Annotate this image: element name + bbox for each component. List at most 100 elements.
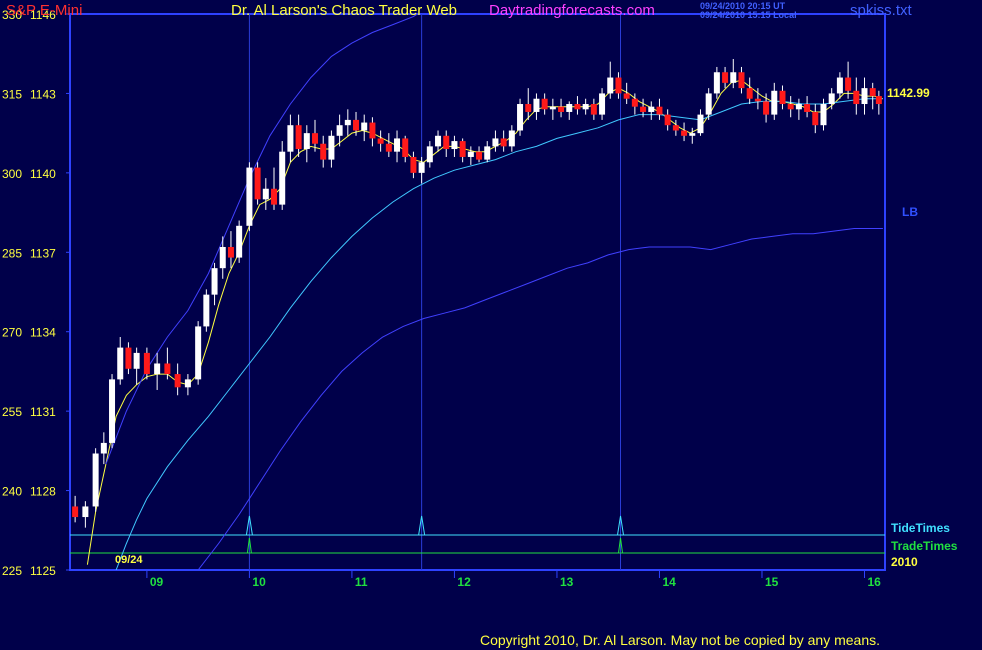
candle <box>443 130 450 157</box>
y-tick-label: 285 <box>2 246 22 260</box>
candle-body <box>353 119 360 131</box>
candle <box>795 98 802 120</box>
candle-body <box>195 326 202 380</box>
timestamp-local: 09/24/2010 15:15 Local <box>700 10 797 20</box>
candle-body <box>154 363 161 375</box>
candle-body <box>812 111 819 126</box>
candle-body <box>443 135 450 150</box>
candle <box>246 162 253 232</box>
candle-body <box>738 72 745 89</box>
candle <box>517 98 524 136</box>
candle-body <box>853 90 860 105</box>
candle <box>361 114 368 142</box>
candle <box>195 321 202 385</box>
candle-body <box>804 104 811 112</box>
candle <box>787 96 794 118</box>
candle-body <box>303 133 310 150</box>
candle-body <box>599 93 606 115</box>
candle-body <box>623 93 630 99</box>
candle <box>623 82 630 105</box>
candle <box>402 135 409 163</box>
candle-body <box>763 101 770 115</box>
candle <box>435 130 442 152</box>
y-tick-label: 225 <box>2 564 22 578</box>
candle-body <box>566 104 573 112</box>
candle <box>599 88 606 120</box>
mid_ma-line <box>115 98 883 570</box>
candle-body <box>236 225 243 258</box>
candle <box>492 130 499 152</box>
candle-body <box>100 442 107 454</box>
candle-body <box>246 167 253 226</box>
candle-body <box>476 151 483 160</box>
candle <box>227 231 234 269</box>
candle-body <box>92 453 99 507</box>
y-tick: 255 1131 <box>2 405 70 419</box>
candle-body <box>402 138 409 157</box>
x-tick-label: 12 <box>457 575 471 589</box>
candle-body <box>820 104 827 126</box>
candle-body <box>541 98 548 110</box>
candle <box>236 220 243 263</box>
x-tick-label: 11 <box>355 575 368 589</box>
candle <box>779 85 786 110</box>
candle-body <box>705 93 712 115</box>
candle <box>295 114 302 157</box>
y-tick: 300 1140 <box>2 167 70 181</box>
candle <box>558 98 565 118</box>
candle-body <box>631 98 638 107</box>
candle <box>484 141 491 163</box>
x-tick: 12 <box>453 570 471 589</box>
candle-body <box>467 151 474 157</box>
start-date-label: 09/24 <box>115 554 143 566</box>
candle-body <box>117 347 124 380</box>
x-tick-label: 15 <box>765 575 779 589</box>
data-file-label: spkiss.txt <box>850 2 912 19</box>
candle <box>211 262 218 306</box>
candle-body <box>295 125 302 150</box>
candle-body <box>410 156 417 173</box>
candle <box>705 88 712 120</box>
candle <box>861 77 868 115</box>
candle <box>92 448 99 512</box>
candle-body <box>418 162 425 173</box>
x-tick: 09 <box>146 570 164 589</box>
candle-body <box>125 347 132 369</box>
candle-body <box>517 104 524 131</box>
tide-time-lines <box>248 14 622 570</box>
candle <box>648 101 655 120</box>
moving-averages <box>86 14 884 570</box>
candle-body <box>492 138 499 147</box>
candle <box>738 66 745 94</box>
candle <box>812 104 819 134</box>
last-price-label: 1142.99 <box>887 86 930 100</box>
candle-body <box>779 90 786 105</box>
candle <box>689 127 696 144</box>
price-candles <box>72 59 882 528</box>
candle-body <box>828 93 835 105</box>
candle-body <box>861 88 868 105</box>
candle <box>804 96 811 118</box>
candle-body <box>369 122 376 139</box>
upper_band-line <box>105 14 419 465</box>
candle-body <box>771 90 778 115</box>
candle <box>262 178 269 210</box>
candle-body <box>459 141 466 157</box>
candle <box>125 342 132 375</box>
y-tick-price: 1140 <box>30 167 56 181</box>
candle <box>500 130 507 152</box>
x-tick: 10 <box>248 570 266 589</box>
trade-time-spikes <box>246 537 624 554</box>
candle <box>508 125 515 152</box>
site-link[interactable]: Daytradingforecasts.com <box>489 2 655 19</box>
candle-body <box>435 135 442 147</box>
x-tick: 15 <box>761 570 779 589</box>
candle-body <box>549 106 556 110</box>
candle-body <box>533 98 540 112</box>
candle <box>344 109 351 136</box>
candle <box>875 90 882 115</box>
candle-body <box>787 104 794 110</box>
candle <box>590 98 597 120</box>
y-tick-price: 1134 <box>30 326 56 340</box>
x-tick: 16 <box>863 570 881 589</box>
